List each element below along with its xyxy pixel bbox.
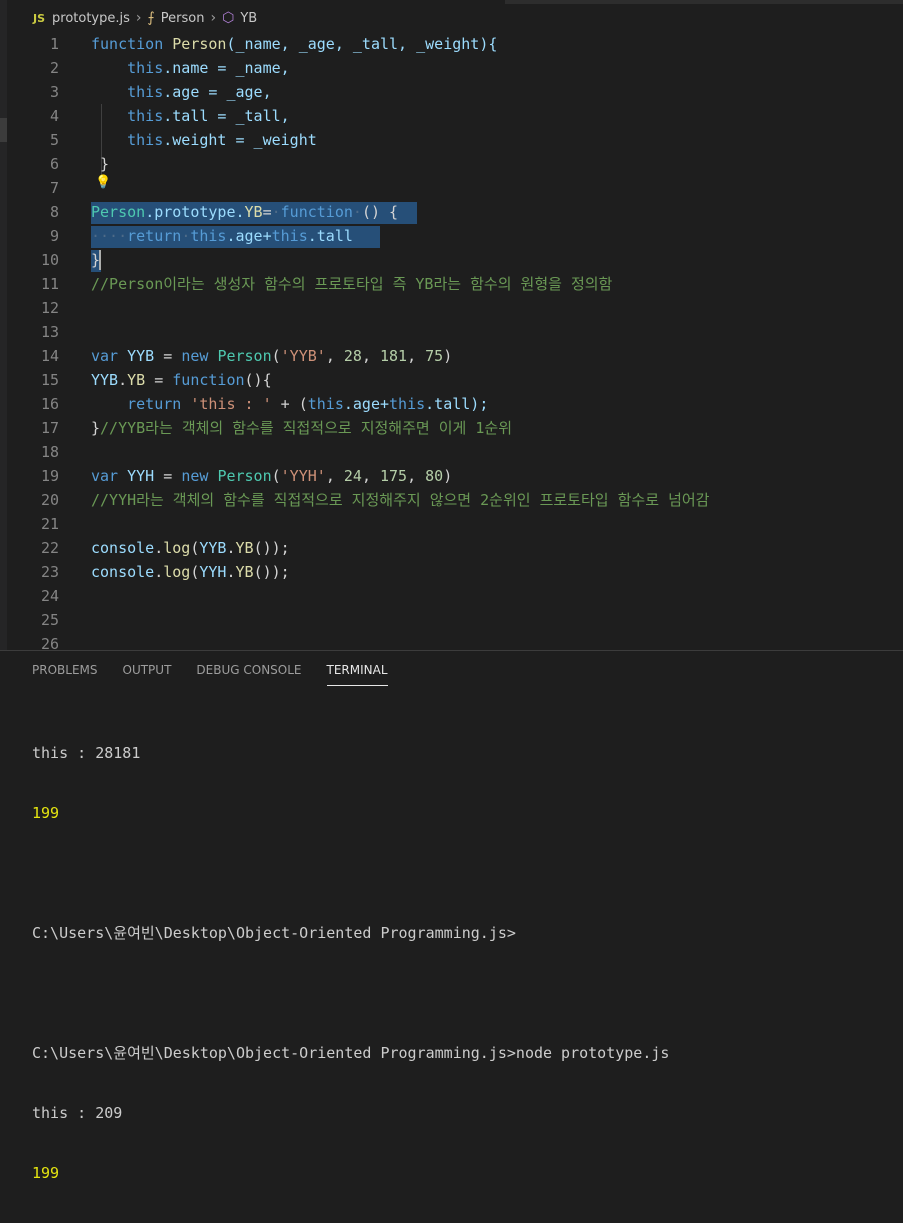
terminal-line: 199 (32, 1164, 60, 1182)
terminal-output[interactable]: this : 28181 199 C:\Users\윤여빈\Desktop\Ob… (32, 703, 669, 1223)
line-number: 10 (40, 251, 59, 269)
line-number: 19 (40, 467, 59, 485)
line-number: 22 (40, 539, 59, 557)
scroll-marker (0, 118, 7, 142)
line-number: 4 (49, 107, 59, 125)
line-number: 25 (40, 611, 59, 629)
line-number: 2 (49, 59, 59, 77)
chevron-right-icon: › (135, 10, 142, 26)
line-number: 17 (40, 419, 59, 437)
code-line: console.log(YYH.YB()); (91, 563, 290, 581)
code-line: this.name = _name, (127, 59, 290, 77)
method-cube-icon: ⬡ (222, 10, 235, 26)
code-line: function Person(_name, _age, _tall, _wei… (91, 35, 498, 53)
code-line: var YYH = new Person('YYH', 24, 175, 80) (91, 467, 453, 485)
javascript-file-icon: JS (33, 11, 46, 25)
tab-problems[interactable]: PROBLEMS (32, 663, 98, 686)
tab-output[interactable]: OUTPUT (123, 663, 172, 686)
line-number: 18 (40, 443, 59, 461)
line-number: 14 (40, 347, 59, 365)
line-number: 6 (49, 155, 59, 173)
code-line: this.tall = _tall, (127, 107, 290, 125)
function-icon: ⨍ (147, 10, 155, 26)
line-number: 11 (40, 275, 59, 293)
breadcrumb: JS prototype.js › ⨍ Person › ⬡ YB (7, 0, 903, 36)
code-line: Person.prototype.YB=·function·() { (91, 203, 399, 221)
code-line: //YYH라는 객체의 함수를 직접적으로 지정해주지 않으면 2순위인 프로토… (91, 491, 710, 509)
code-line: return 'this : ' + (this.age+this.tall); (127, 395, 489, 413)
line-number: 3 (49, 83, 59, 101)
code-line: }//YYB라는 객체의 함수를 직접적으로 지정해주면 이게 1순위 (91, 419, 513, 437)
line-number: 1 (49, 35, 59, 53)
line-number: 16 (40, 395, 59, 413)
line-number: 15 (40, 371, 59, 389)
line-number: 5 (49, 131, 59, 149)
line-number: 9 (49, 227, 59, 245)
line-number: 7 (49, 179, 59, 197)
code-line: ····return·this.age+this.tall (91, 227, 353, 245)
breadcrumb-file[interactable]: prototype.js (52, 11, 130, 26)
tab-debug-console[interactable]: DEBUG CONSOLE (196, 663, 301, 686)
line-number: 20 (40, 491, 59, 509)
terminal-line: 199 (32, 804, 60, 822)
code-line: } (91, 251, 101, 269)
line-number: 13 (40, 323, 59, 341)
code-line: var YYB = new Person('YYB', 28, 181, 75) (91, 347, 453, 365)
terminal-command: C:\Users\윤여빈\Desktop\Object-Oriented Pro… (32, 1044, 670, 1062)
line-number: 23 (40, 563, 59, 581)
code-line: } (100, 155, 110, 173)
terminal-line: this : 28181 (32, 744, 141, 762)
line-number: 24 (40, 587, 59, 605)
tab-terminal[interactable]: TERMINAL (326, 663, 388, 686)
breadcrumb-symbol-yb[interactable]: YB (240, 11, 257, 26)
terminal-prompt: C:\Users\윤여빈\Desktop\Object-Oriented Pro… (32, 924, 516, 942)
code-line: //Person이라는 생성자 함수의 프로토타입 즉 YB라는 함수의 원형을… (91, 275, 613, 293)
code-line: console.log(YYB.YB()); (91, 539, 290, 557)
line-number: 21 (40, 515, 59, 533)
code-editor[interactable]: 💡 1 function Person(_name, _age, _tall, _… (7, 32, 903, 653)
terminal-line: this : 209 (32, 1104, 123, 1122)
bottom-panel: PROBLEMS OUTPUT DEBUG CONSOLE TERMINAL t… (0, 650, 903, 1182)
chevron-right-icon: › (210, 10, 217, 26)
breadcrumb-symbol-person[interactable]: Person (161, 11, 205, 26)
code-line: this.weight = _weight (127, 131, 317, 149)
code-line: this.age = _age, (127, 83, 272, 101)
line-number: 12 (40, 299, 59, 317)
panel-tabs: PROBLEMS OUTPUT DEBUG CONSOLE TERMINAL (32, 663, 413, 686)
line-number: 8 (49, 203, 59, 221)
code-line: YYB.YB = function(){ (91, 371, 272, 389)
